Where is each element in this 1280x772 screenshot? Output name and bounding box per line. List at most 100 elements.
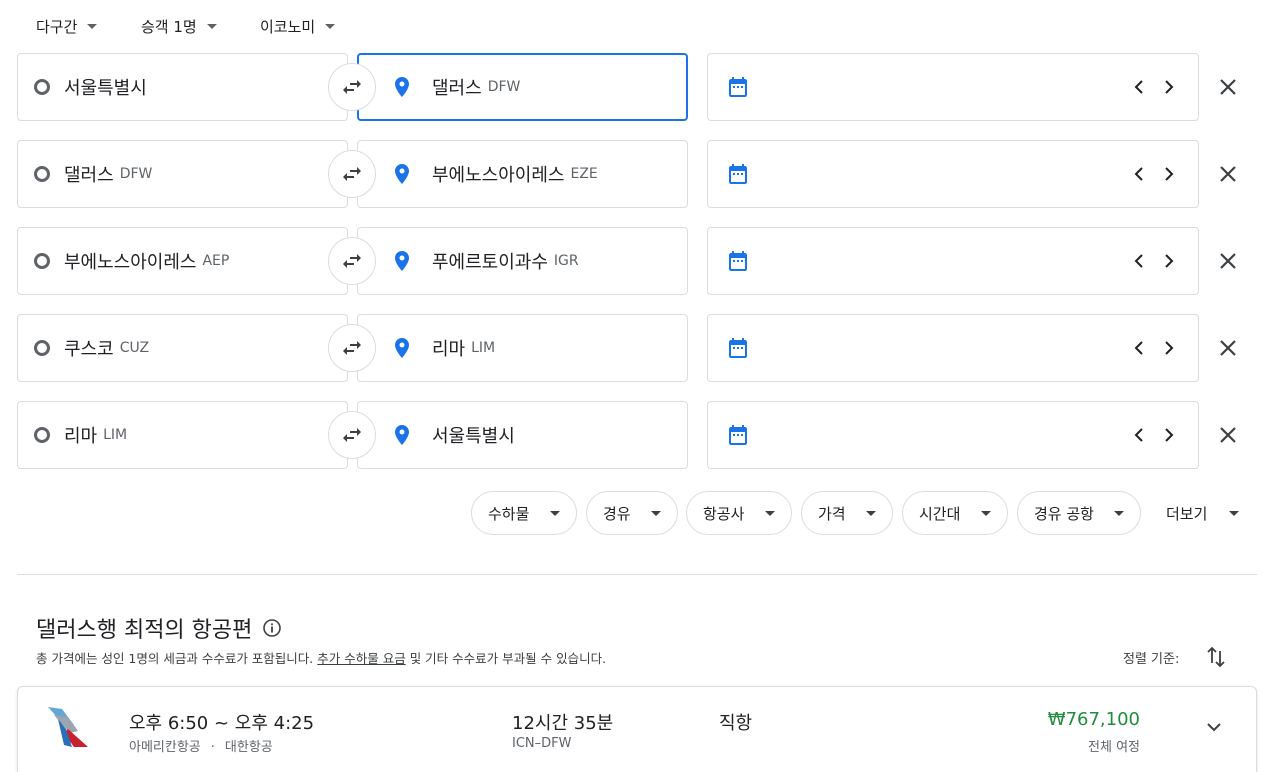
destination-city: 부에노스아이레스 — [432, 165, 565, 186]
dropdown-caret-icon — [87, 23, 98, 29]
destination-field[interactable]: 리마 LIM — [357, 314, 688, 382]
disclaimer-text-end: 및 기타 수수료가 부과될 수 있습니다. — [409, 651, 607, 666]
disclaimer-text: 총 가격에는 성인 1명의 세금과 수수료가 포함됩니다. — [36, 651, 314, 666]
dropdown-caret-icon — [651, 510, 661, 516]
leg-row: 쿠스코 CUZ 리마 LIM — [0, 314, 1280, 382]
origin-city: 서울특별시 — [64, 78, 147, 99]
next-date-button[interactable] — [1160, 76, 1178, 98]
more-filters-button[interactable]: 더보기 — [1166, 491, 1240, 535]
chevron-right-icon — [1165, 80, 1174, 94]
previous-date-button[interactable] — [1130, 76, 1148, 98]
filter-chip-label: 시간대 — [919, 504, 961, 523]
dropdown-caret-icon — [981, 510, 991, 516]
next-date-button[interactable] — [1160, 250, 1178, 272]
date-field[interactable] — [707, 53, 1199, 121]
origin-circle-icon — [34, 166, 50, 182]
next-date-button[interactable] — [1160, 337, 1178, 359]
filter-chip-baggage[interactable]: 수하물 — [471, 491, 577, 535]
remove-leg-button[interactable] — [1210, 417, 1246, 453]
swap-button[interactable] — [328, 324, 376, 372]
swap-button[interactable] — [328, 63, 376, 111]
passengers-label: 승객 1명 — [141, 17, 197, 36]
results-heading: 댈러스행 최적의 항공편 — [36, 612, 282, 644]
sort-button[interactable] — [1204, 644, 1228, 670]
filter-chip-price[interactable]: 가격 — [801, 491, 893, 535]
destination-city: 푸에르토이과수 — [432, 252, 548, 273]
dropdown-caret-icon — [765, 510, 775, 516]
destination-code: IGR — [553, 253, 579, 269]
swap-button[interactable] — [328, 411, 376, 459]
flight-route: ICN–DFW — [512, 736, 572, 751]
origin-field[interactable]: 쿠스코 CUZ — [17, 314, 348, 382]
chevron-left-icon — [1134, 254, 1143, 268]
location-pin-icon — [395, 425, 409, 445]
filter-chip-label: 항공사 — [703, 504, 745, 523]
next-date-button[interactable] — [1160, 424, 1178, 446]
swap-arrows-icon — [343, 254, 361, 268]
extra-baggage-fees-link[interactable]: 추가 수하물 요금 — [317, 651, 405, 666]
swap-arrows-icon — [343, 167, 361, 181]
remove-leg-button[interactable] — [1210, 330, 1246, 366]
airline-name: 대한항공 — [224, 740, 273, 755]
destination-field[interactable]: 서울특별시 — [357, 401, 688, 469]
trip-options-bar: 다구간 승객 1명 이코노미 — [0, 0, 1280, 50]
passengers-select[interactable]: 승객 1명 — [141, 14, 217, 38]
dropdown-caret-icon — [1114, 510, 1124, 516]
origin-code: CUZ — [119, 340, 150, 356]
dropdown-caret-icon — [550, 510, 560, 516]
origin-field[interactable]: 부에노스아이레스 AEP — [17, 227, 348, 295]
filter-chip-stops[interactable]: 경유 — [586, 491, 678, 535]
filter-chip-times[interactable]: 시간대 — [902, 491, 1008, 535]
destination-code: EZE — [570, 166, 598, 182]
remove-leg-button[interactable] — [1210, 156, 1246, 192]
date-field[interactable] — [707, 227, 1199, 295]
filter-chip-label: 경유 공항 — [1034, 504, 1094, 523]
filter-chip-label: 경유 — [603, 504, 631, 523]
origin-field[interactable]: 서울특별시 — [17, 53, 348, 121]
swap-button[interactable] — [328, 237, 376, 285]
previous-date-button[interactable] — [1130, 163, 1148, 185]
origin-circle-icon — [34, 427, 50, 443]
origin-field[interactable]: 리마 LIM — [17, 401, 348, 469]
dropdown-caret-icon — [206, 23, 217, 29]
date-field[interactable] — [707, 140, 1199, 208]
origin-city: 댈러스 — [64, 165, 114, 186]
remove-leg-button[interactable] — [1210, 243, 1246, 279]
swap-arrows-icon — [343, 80, 361, 94]
next-date-button[interactable] — [1160, 163, 1178, 185]
chevron-right-icon — [1165, 428, 1174, 442]
date-field[interactable] — [707, 314, 1199, 382]
remove-leg-button[interactable] — [1210, 69, 1246, 105]
flight-times: 오후 6:50 ~ 오후 4:25 — [129, 713, 315, 734]
destination-city: 댈러스 — [432, 78, 482, 99]
previous-date-button[interactable] — [1130, 424, 1148, 446]
info-button[interactable] — [262, 618, 282, 638]
filter-chips: 수하물 경유 항공사 가격 시간대 경유 공항 더보기 — [0, 491, 1280, 535]
dropdown-caret-icon — [325, 23, 336, 29]
chevron-left-icon — [1134, 341, 1143, 355]
flight-result-card[interactable]: 오후 6:50 ~ 오후 4:25 아메리칸항공 · 대한항공 12시간 35분 I… — [17, 686, 1257, 772]
previous-date-button[interactable] — [1130, 337, 1148, 359]
airline-name: 아메리칸항공 — [129, 740, 201, 755]
sort-label: 정렬 기준: — [1123, 652, 1180, 667]
destination-field[interactable]: 부에노스아이레스 EZE — [357, 140, 688, 208]
expand-flight-button[interactable] — [1202, 715, 1226, 739]
location-pin-icon — [395, 338, 409, 358]
swap-button[interactable] — [328, 150, 376, 198]
filter-chip-airlines[interactable]: 항공사 — [686, 491, 792, 535]
price-note: 전체 여정 — [1088, 740, 1140, 755]
destination-field[interactable]: 댈러스 DFW — [357, 53, 688, 121]
destination-city: 리마 — [432, 339, 466, 360]
flight-duration: 12시간 35분 — [512, 713, 614, 734]
chevron-left-icon — [1134, 428, 1143, 442]
close-icon — [1220, 253, 1236, 269]
close-icon — [1220, 427, 1236, 443]
date-field[interactable] — [707, 401, 1199, 469]
origin-field[interactable]: 댈러스 DFW — [17, 140, 348, 208]
destination-city: 서울특별시 — [432, 426, 515, 447]
filter-chip-connecting-airports[interactable]: 경유 공항 — [1017, 491, 1141, 535]
destination-field[interactable]: 푸에르토이과수 IGR — [357, 227, 688, 295]
previous-date-button[interactable] — [1130, 250, 1148, 272]
cabin-class-select[interactable]: 이코노미 — [260, 14, 336, 38]
trip-type-select[interactable]: 다구간 — [36, 14, 98, 38]
